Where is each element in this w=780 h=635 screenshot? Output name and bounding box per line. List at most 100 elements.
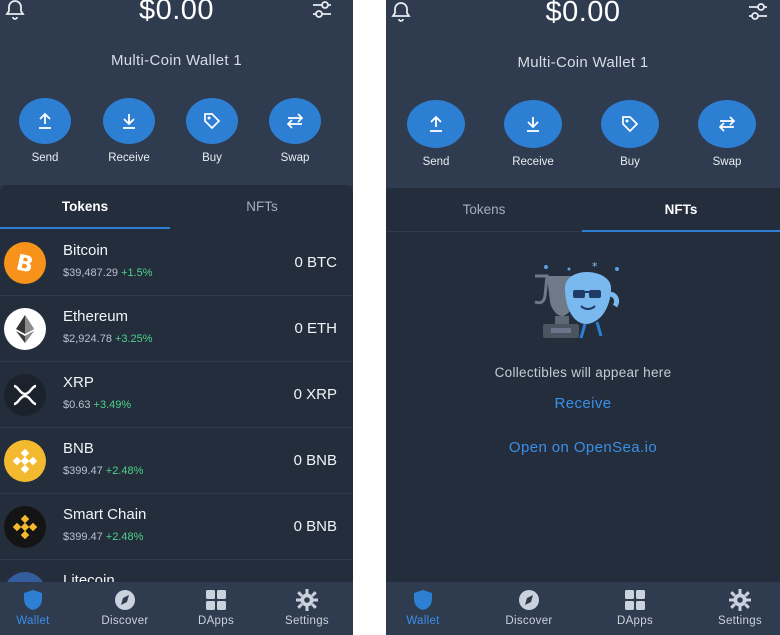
nav-dapps-label: DApps	[616, 615, 654, 627]
asset-tabs: Tokens NFTs	[386, 188, 780, 232]
token-name: Bitcoin	[63, 242, 109, 259]
tab-tokens[interactable]: Tokens	[0, 185, 170, 229]
tab-nfts-label: NFTs	[664, 202, 698, 217]
bottom-nav: Wallet Discover DApps Settings	[386, 582, 780, 635]
nav-wallet-label: Wallet	[406, 615, 440, 627]
token-name: Litecoin	[63, 572, 115, 582]
arrow-up-icon	[430, 115, 442, 132]
svg-text:*: *	[592, 260, 598, 273]
nav-settings-label: Settings	[285, 615, 329, 627]
ethereum-logo-icon	[4, 308, 46, 350]
wallet-screen-nfts: $0.00 Multi-Coin Wallet 1 Send Receive B…	[386, 0, 780, 635]
nav-dapps-label: DApps	[197, 615, 235, 627]
token-price: $2,924.78 +3.25%	[63, 333, 153, 345]
send-label: Send	[31, 152, 59, 164]
filter-settings-icon[interactable]	[310, 0, 334, 22]
wallet-balance: $0.00	[545, 0, 621, 28]
token-balance: 0 BNB	[293, 452, 337, 469]
receive-button[interactable]: Receive	[503, 100, 563, 168]
trophy-illustration-icon: *	[529, 260, 629, 350]
gear-icon	[729, 589, 751, 611]
token-price: $399.47 +2.48%	[63, 531, 144, 543]
swap-button[interactable]: Swap	[265, 98, 325, 164]
grid-icon	[206, 590, 226, 610]
litecoin-logo-icon	[4, 572, 46, 582]
send-label: Send	[422, 156, 450, 168]
arrow-down-icon	[527, 117, 539, 132]
shield-icon	[24, 590, 42, 610]
token-name: Ethereum	[63, 308, 129, 325]
token-name: Smart Chain	[63, 506, 147, 523]
token-row-bnb[interactable]: BNB $399.47 +2.48% 0 BNB	[0, 428, 353, 494]
filter-settings-icon[interactable]	[746, 0, 770, 24]
gear-icon	[296, 589, 318, 611]
token-price: $399.47 +2.48%	[63, 465, 144, 477]
wallet-balance: $0.00	[138, 0, 215, 26]
buy-button[interactable]: Buy	[182, 98, 242, 164]
buy-button[interactable]: Buy	[600, 100, 660, 168]
send-button[interactable]: Send	[406, 100, 466, 168]
shield-icon	[414, 590, 432, 610]
tag-icon	[622, 116, 639, 133]
token-name: BNB	[63, 440, 94, 457]
grid-icon	[625, 590, 645, 610]
compass-icon	[115, 590, 135, 610]
receive-label: Receive	[512, 156, 554, 168]
token-balance: 0 BNB	[293, 518, 337, 535]
token-price: $39,487.29 +1.5%	[63, 267, 153, 279]
tab-tokens-label: Tokens	[462, 202, 506, 217]
token-row-litecoin[interactable]: Litecoin	[0, 560, 353, 582]
nav-dapps[interactable]: DApps	[176, 582, 256, 635]
tab-nfts[interactable]: NFTs	[582, 188, 780, 232]
tab-nfts-label: NFTs	[246, 199, 278, 214]
buy-label: Buy	[202, 152, 222, 164]
nav-wallet[interactable]: Wallet	[386, 582, 463, 635]
buy-label: Buy	[620, 156, 640, 168]
nav-wallet-label: Wallet	[16, 615, 50, 627]
token-price: $0.63 +3.49%	[63, 399, 132, 411]
wallet-name: Multi-Coin Wallet 1	[517, 54, 649, 71]
token-balance: 0 XRP	[293, 386, 337, 403]
token-panel: Tokens NFTs B Bitcoin $39,487.29 +1.5% 0 …	[0, 185, 353, 582]
svg-text:B: B	[14, 250, 35, 276]
receive-link[interactable]: Receive	[386, 395, 780, 412]
token-row-ethereum[interactable]: Ethereum $2,924.78 +3.25% 0 ETH	[0, 296, 353, 362]
asset-tabs: Tokens NFTs	[0, 185, 353, 229]
nav-settings[interactable]: Settings	[267, 582, 347, 635]
token-row-bitcoin[interactable]: B Bitcoin $39,487.29 +1.5% 0 BTC	[0, 230, 353, 296]
receive-label: Receive	[108, 152, 150, 164]
bnb-logo-icon	[4, 440, 46, 482]
token-balance: 0 BTC	[294, 254, 337, 271]
send-button[interactable]: Send	[15, 98, 75, 164]
wallet-header: $0.00 Multi-Coin Wallet 1 Send Receive B…	[386, 0, 780, 188]
nav-settings[interactable]: Settings	[700, 582, 780, 635]
wallet-name: Multi-Coin Wallet 1	[110, 52, 242, 69]
receive-button[interactable]: Receive	[99, 98, 159, 164]
smart-chain-logo-icon	[4, 506, 46, 548]
token-row-smart-chain[interactable]: Smart Chain $399.47 +2.48% 0 BNB	[0, 494, 353, 560]
wallet-header: $0.00 Multi-Coin Wallet 1 Send Receive B…	[0, 0, 353, 185]
nav-discover-label: Discover	[505, 615, 553, 627]
nav-discover[interactable]: Discover	[85, 582, 165, 635]
arrow-up-icon	[39, 112, 51, 129]
nav-dapps[interactable]: DApps	[595, 582, 675, 635]
token-name: XRP	[63, 374, 94, 391]
nav-wallet[interactable]: Wallet	[0, 582, 73, 635]
token-row-xrp[interactable]: XRP $0.63 +3.49% 0 XRP	[0, 362, 353, 428]
tab-tokens[interactable]: Tokens	[386, 188, 582, 232]
nav-discover[interactable]: Discover	[489, 582, 569, 635]
tab-nfts[interactable]: NFTs	[177, 185, 347, 229]
empty-collectibles-message: Collectibles will appear here	[494, 365, 672, 380]
compass-icon	[519, 590, 539, 610]
token-balance: 0 ETH	[294, 320, 337, 337]
swap-button[interactable]: Swap	[697, 100, 757, 168]
xrp-logo-icon	[4, 374, 46, 416]
nav-settings-label: Settings	[718, 615, 762, 627]
nav-discover-label: Discover	[101, 615, 149, 627]
swap-label: Swap	[712, 156, 742, 168]
swap-icon	[286, 113, 304, 129]
swap-label: Swap	[280, 152, 310, 164]
bitcoin-logo-icon: B	[4, 242, 46, 284]
opensea-link[interactable]: Open on OpenSea.io	[386, 439, 780, 456]
nft-panel: Tokens NFTs * Collectibles will appear h…	[386, 188, 780, 582]
